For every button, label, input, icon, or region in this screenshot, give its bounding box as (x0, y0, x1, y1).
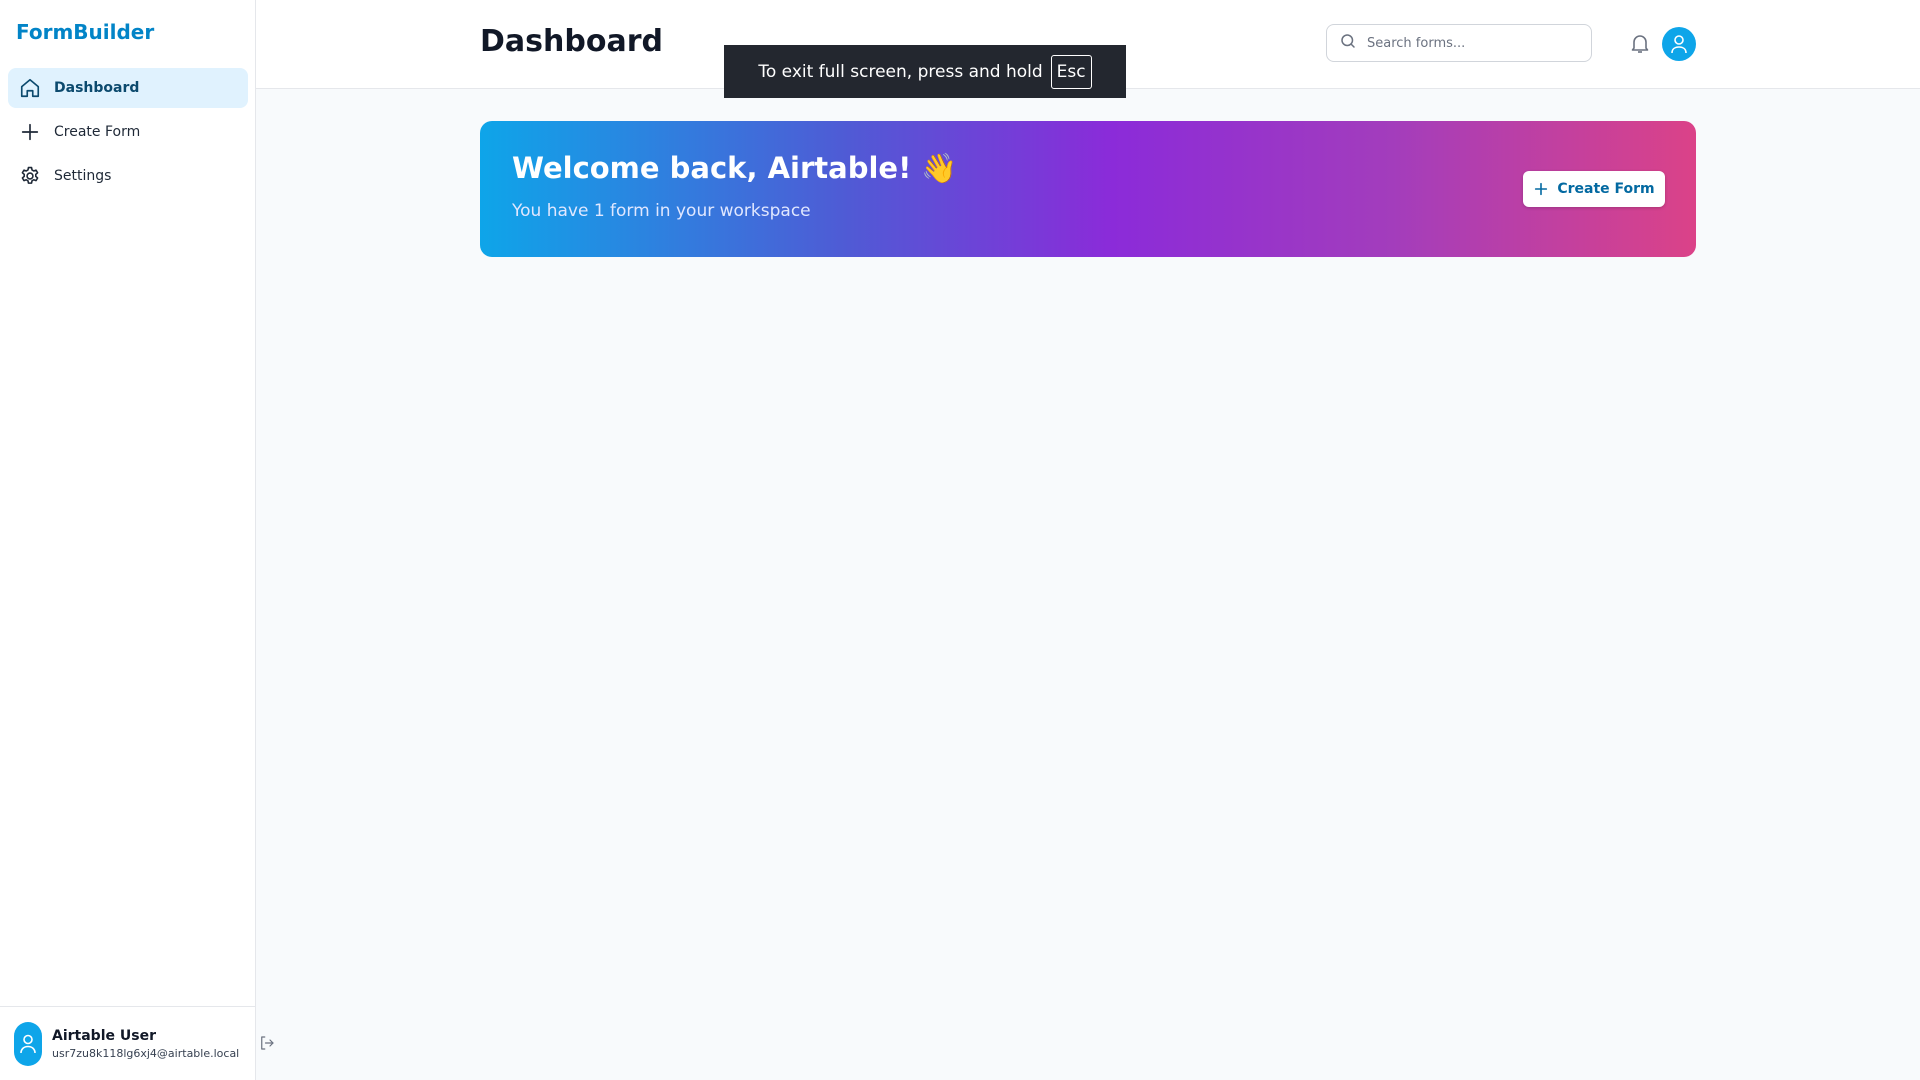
avatar[interactable] (14, 1021, 42, 1066)
page-title: Dashboard (480, 24, 663, 59)
bell-icon[interactable] (1628, 31, 1652, 55)
sidebar-nav: Dashboard Create Form Settings (8, 68, 248, 200)
brand-logo[interactable]: FormBuilder (16, 20, 154, 44)
sidebar-item-label: Dashboard (54, 80, 140, 96)
welcome-title: Welcome back, Airtable! 👋 (512, 151, 958, 185)
gear-icon (18, 164, 42, 188)
user-info: Airtable User usr7zu8k118lg6xj4@airtable… (52, 1028, 239, 1060)
create-form-button[interactable]: Create Form (1523, 171, 1665, 207)
fullscreen-notice-text: To exit full screen, press and hold (758, 61, 1043, 82)
search-input[interactable] (1367, 35, 1577, 51)
user-panel: Airtable User usr7zu8k118lg6xj4@airtable… (0, 1006, 256, 1080)
sidebar-item-label: Create Form (54, 124, 141, 140)
search-icon (1339, 32, 1357, 54)
sidebar-item-create-form[interactable]: Create Form (8, 112, 248, 152)
sidebar-item-dashboard[interactable]: Dashboard (8, 68, 248, 108)
logout-icon[interactable] (258, 1034, 276, 1052)
welcome-banner: Welcome back, Airtable! 👋 You have 1 for… (480, 121, 1696, 257)
create-form-button-label: Create Form (1557, 181, 1655, 197)
sidebar: FormBuilder Dashboard Create Form Settin… (0, 0, 256, 1080)
esc-key-badge: Esc (1050, 54, 1092, 89)
user-email: usr7zu8k118lg6xj4@airtable.local (52, 1046, 240, 1060)
plus-icon (18, 120, 42, 144)
sidebar-item-settings[interactable]: Settings (8, 156, 248, 196)
home-icon (18, 76, 42, 100)
sidebar-item-label: Settings (54, 168, 112, 184)
welcome-subtitle: You have 1 form in your workspace (512, 201, 811, 221)
search-box[interactable] (1326, 24, 1592, 62)
user-avatar-button[interactable] (1662, 27, 1696, 61)
fullscreen-exit-notice: To exit full screen, press and hold Esc (724, 45, 1126, 98)
user-name: Airtable User (52, 1027, 156, 1044)
plus-icon (1535, 182, 1548, 196)
